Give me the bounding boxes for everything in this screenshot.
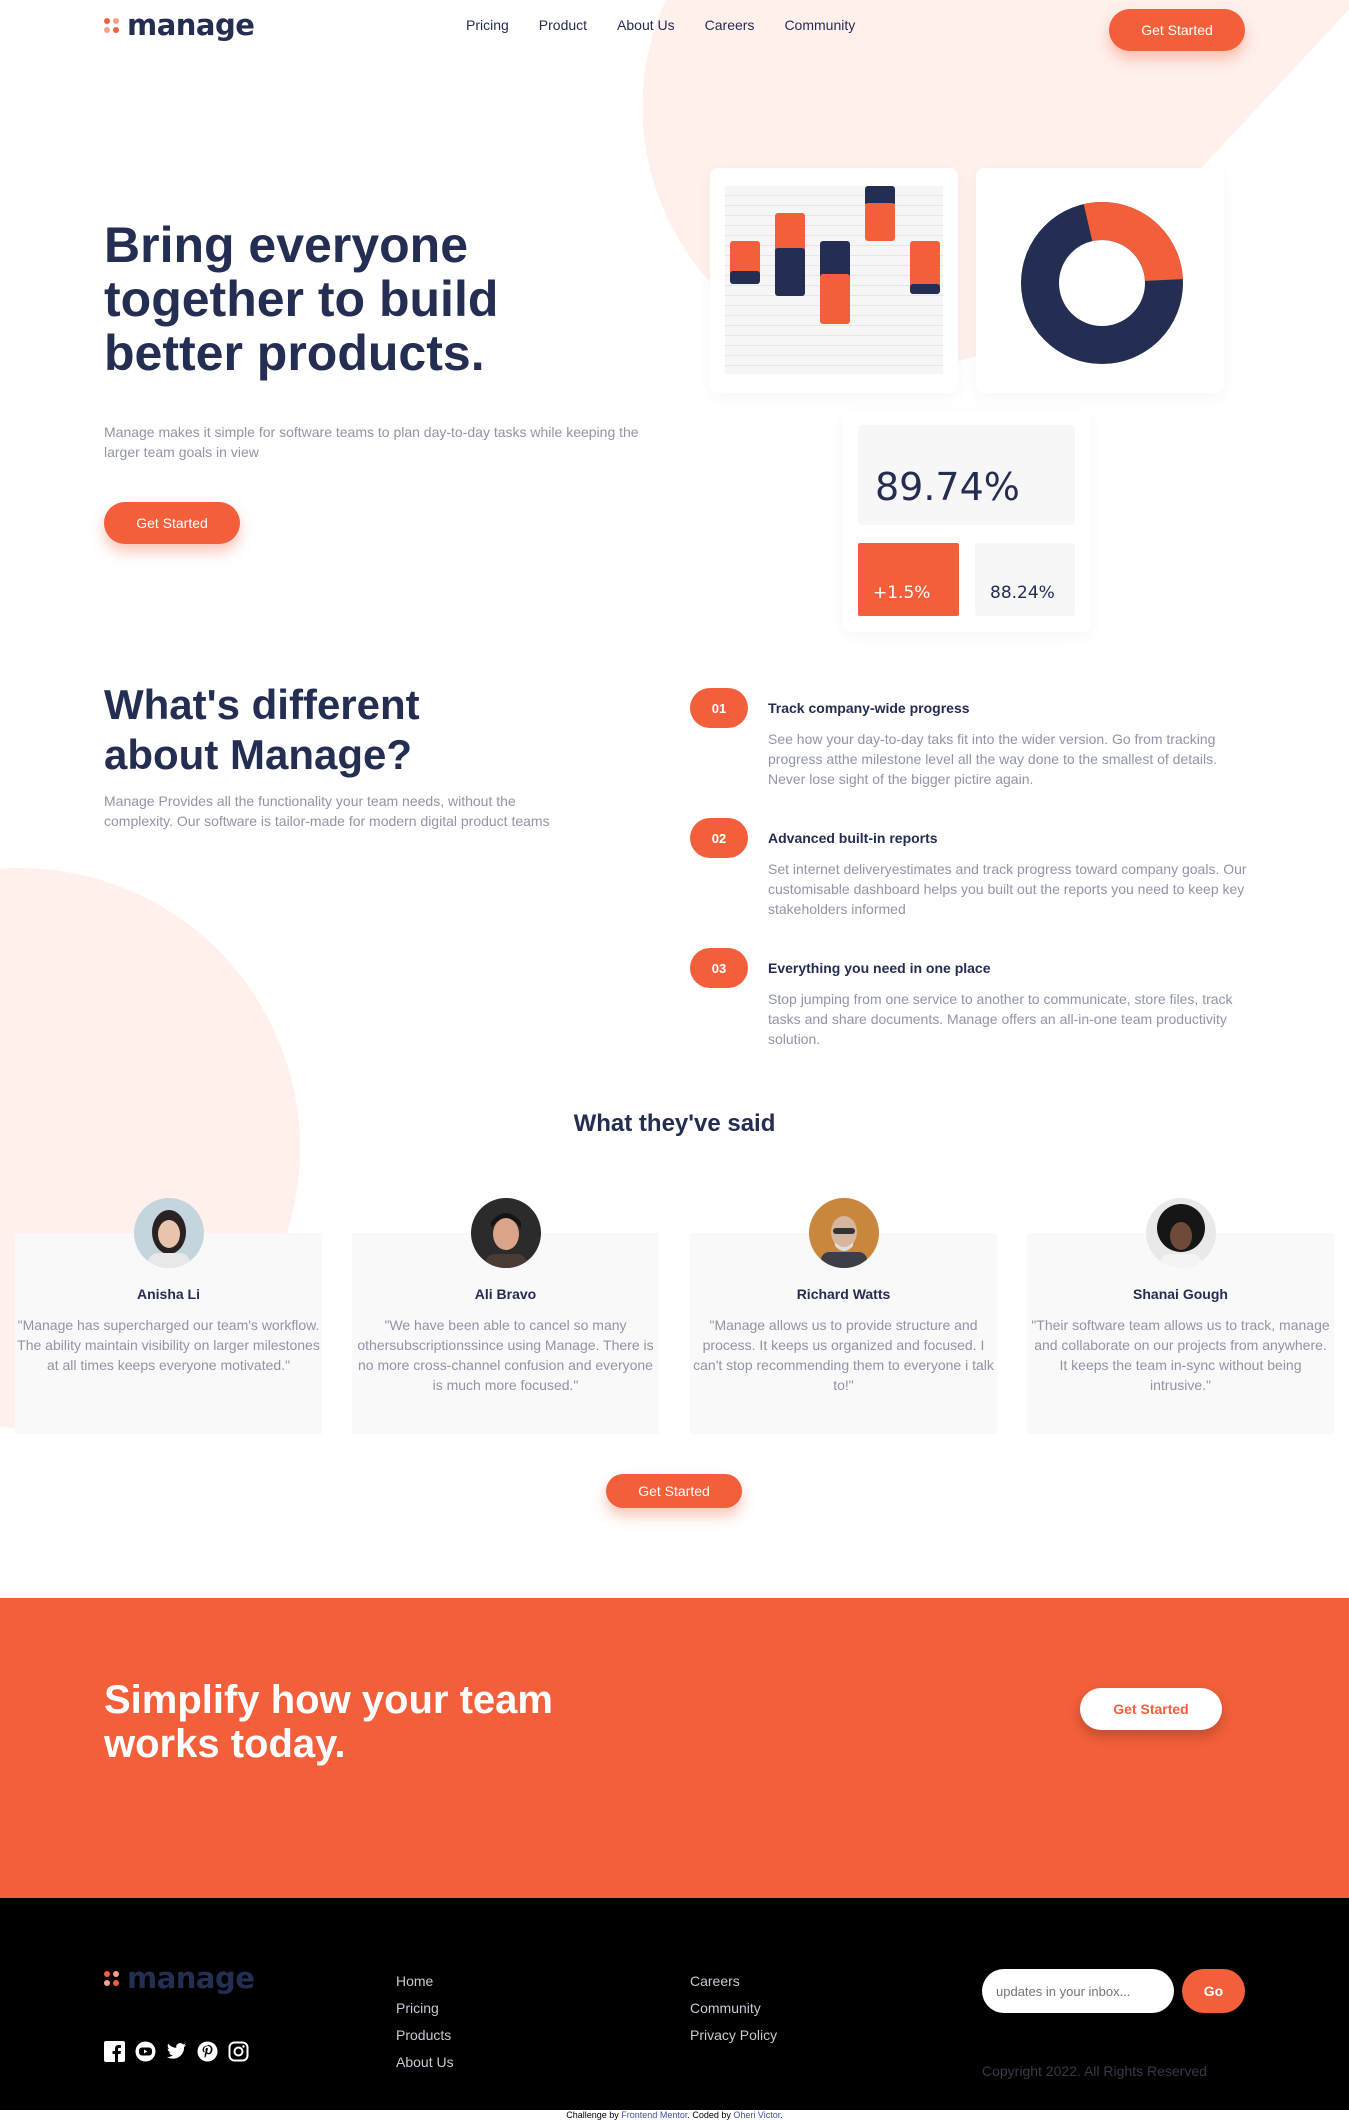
stat-secondary-value: 88.24% xyxy=(990,583,1055,603)
feature-description: Set internet deliveryestimates and track… xyxy=(768,861,1247,917)
stat-change-value: +1.5% xyxy=(873,583,931,603)
hero-description: Manage makes it simple for software team… xyxy=(104,424,639,460)
nav-item-about-us[interactable]: About Us xyxy=(617,17,675,33)
feature-description: See how your day-to-day taks fit into th… xyxy=(768,731,1218,787)
social-links xyxy=(104,2041,249,2062)
testimonial-name: Ali Bravo xyxy=(474,1286,537,1302)
feature-number-badge: 03 xyxy=(690,948,748,988)
hero-get-started-button[interactable]: Get Started xyxy=(104,502,240,544)
author-link[interactable]: Oheri Victor xyxy=(733,2110,780,2120)
feature-description: Stop jumping from one service to another… xyxy=(768,991,1233,1047)
site-header: manage Pricing Product About Us Careers … xyxy=(0,0,1349,60)
donut-chart-illustration xyxy=(1021,201,1183,364)
footer-links-column: Careers Community Privacy Policy xyxy=(690,1973,777,2044)
testimonial-card: Anisha Li "Manage has supercharged our t… xyxy=(15,1198,322,1434)
chart-bar xyxy=(730,271,760,284)
testimonial-quote: "Manage allows us to provide structure a… xyxy=(693,1317,994,1393)
chart-bar xyxy=(910,241,940,288)
header-get-started-button[interactable]: Get Started xyxy=(1109,9,1245,51)
footer-link-products[interactable]: Products xyxy=(396,2027,454,2044)
landing-page: manage Pricing Product About Us Careers … xyxy=(0,0,1349,2121)
chart-bar xyxy=(775,213,805,253)
facebook-icon[interactable] xyxy=(104,2041,125,2062)
attribution-prefix: Challenge by xyxy=(566,2110,622,2120)
stat-change: +1.5% xyxy=(858,543,959,616)
logo-text: manage xyxy=(127,8,255,42)
avatar xyxy=(470,1198,541,1268)
cta-title: Simplify how your team works today. xyxy=(104,1678,553,1766)
avatar xyxy=(808,1198,879,1268)
chart-bar xyxy=(910,284,940,294)
nav-item-pricing[interactable]: Pricing xyxy=(466,17,509,33)
footer-link-privacy-policy[interactable]: Privacy Policy xyxy=(690,2027,777,2044)
copyright-text: Copyright 2022. All Rights Reserved xyxy=(982,2063,1207,2079)
footer-link-about-us[interactable]: About Us xyxy=(396,2054,454,2071)
attribution-mid: . Coded by xyxy=(687,2110,734,2120)
newsletter-email-input[interactable] xyxy=(982,1969,1174,2013)
testimonial-quote: "Manage has supercharged our team's work… xyxy=(17,1317,320,1373)
stat-secondary: 88.24% xyxy=(975,543,1075,616)
testimonial-card: Ali Bravo "We have been able to cancel s… xyxy=(352,1198,659,1434)
instagram-icon[interactable] xyxy=(228,2041,249,2062)
testimonials-title: What they've said xyxy=(573,1110,776,1137)
frontend-mentor-link[interactable]: Frontend Mentor xyxy=(621,2110,687,2120)
logo-text: manage xyxy=(127,1961,255,1995)
logo-dots-icon xyxy=(104,1970,119,1986)
testimonial-name: Richard Watts xyxy=(796,1286,891,1302)
testimonial-name: Shanai Gough xyxy=(1133,1286,1228,1302)
logo-dots-icon xyxy=(104,17,119,33)
cta-get-started-button[interactable]: Get Started xyxy=(1080,1688,1222,1730)
nav-item-product[interactable]: Product xyxy=(539,17,587,33)
footer-links-column: Home Pricing Products About Us xyxy=(396,1973,454,2071)
attribution: Challenge by Frontend Mentor. Coded by O… xyxy=(0,2110,1349,2121)
newsletter-go-button[interactable]: Go xyxy=(1182,1969,1245,2013)
testimonials-get-started-button[interactable]: Get Started xyxy=(606,1474,742,1508)
bar-chart-card xyxy=(710,168,958,393)
footer-link-community[interactable]: Community xyxy=(690,2000,777,2017)
feature-title: Advanced built-in reports xyxy=(768,830,938,846)
avatar xyxy=(133,1198,204,1268)
testimonial-quote: "Their software team allows us to track,… xyxy=(1031,1317,1330,1393)
testimonial-name: Anisha Li xyxy=(136,1286,200,1302)
testimonial-quote: "We have been able to cancel so many oth… xyxy=(357,1317,654,1393)
chart-bar xyxy=(775,248,805,296)
stat-main-value: 89.74% xyxy=(875,465,1020,509)
footer-link-pricing[interactable]: Pricing xyxy=(396,2000,454,2017)
footer-link-careers[interactable]: Careers xyxy=(690,1973,777,1990)
testimonial-card: Richard Watts "Manage allows us to provi… xyxy=(690,1198,997,1434)
logo[interactable]: manage xyxy=(104,8,255,42)
pinterest-icon[interactable] xyxy=(197,2041,218,2062)
donut-chart-card xyxy=(976,168,1224,393)
footer-logo[interactable]: manage xyxy=(104,1961,255,1995)
avatar xyxy=(1145,1198,1216,1268)
feature-number-badge: 01 xyxy=(690,688,748,728)
different-description: Manage Provides all the functionality yo… xyxy=(104,793,550,829)
cta-band: Simplify how your team works today. Get … xyxy=(0,1598,1349,1898)
chart-bar xyxy=(865,203,895,241)
testimonial-card: Shanai Gough "Their software team allows… xyxy=(1027,1198,1334,1434)
main-nav: Pricing Product About Us Careers Communi… xyxy=(466,17,855,33)
feature-title: Everything you need in one place xyxy=(768,960,991,976)
feature-number-badge: 02 xyxy=(690,818,748,858)
footer-link-home[interactable]: Home xyxy=(396,1973,454,1990)
different-title: What's different about Manage? xyxy=(104,681,420,778)
chart-bar xyxy=(820,274,850,324)
site-footer: manage Home Pricing Products About Us Ca… xyxy=(0,1898,1349,2110)
nav-item-careers[interactable]: Careers xyxy=(705,17,755,33)
youtube-icon[interactable] xyxy=(135,2041,156,2062)
stat-main: 89.74% xyxy=(858,425,1075,525)
hero-title: Bring everyone together to build better … xyxy=(104,217,499,381)
feature-title: Track company-wide progress xyxy=(768,700,970,716)
attribution-suffix: . xyxy=(780,2110,783,2120)
twitter-icon[interactable] xyxy=(166,2041,187,2062)
stats-card: 89.74% +1.5% 88.24% xyxy=(843,410,1091,632)
bar-chart-illustration xyxy=(725,186,943,374)
nav-item-community[interactable]: Community xyxy=(784,17,855,33)
